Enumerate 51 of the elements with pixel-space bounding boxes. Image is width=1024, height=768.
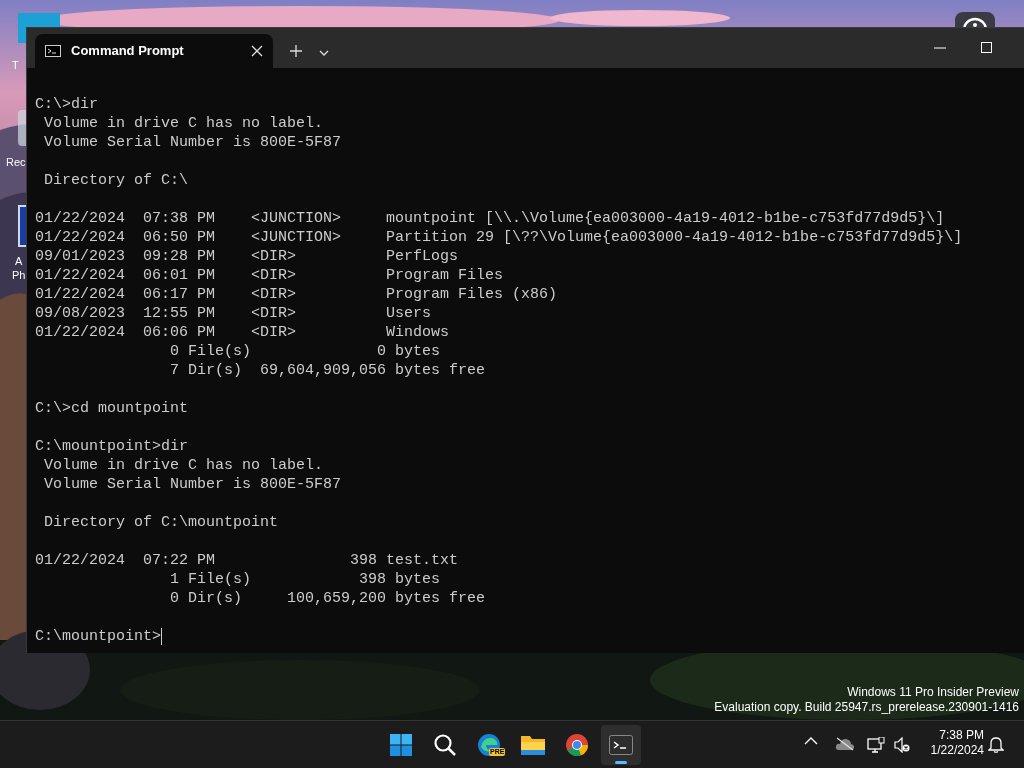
watermark-text: Evaluation copy. Build 25947.rs_prerelease.230901-1416 (714, 700, 1019, 715)
active-indicator (615, 761, 627, 764)
terminal-line: C:\>dir (35, 95, 98, 114)
notification-bell-icon[interactable] (988, 736, 1004, 753)
plus-icon[interactable] (289, 44, 303, 58)
terminal-line: Directory of C:\mountpoint (43, 513, 279, 532)
maximize-icon[interactable] (981, 42, 992, 53)
terminal-line: 01/22/2024 06:50 PM <JUNCTION> Partition 29 [\??\Volume{ea003000-4a19-4012-b1be-c753fd77d9d5}\] (35, 228, 963, 247)
terminal-line: 7 Dir(s) 69,604,909,056 bytes free (169, 361, 486, 380)
terminal-line: 0 File(s) 0 bytes (169, 342, 441, 361)
terminal-line: Volume Serial Number is 800E-5F87 (43, 475, 342, 494)
tab-title: Command Prompt (71, 42, 185, 61)
terminal-line: C:\>cd mountpoint (35, 399, 189, 418)
terminal-line: C:\mountpoint> (35, 627, 162, 646)
icon-label: T (12, 58, 19, 72)
terminal-line: 01/22/2024 07:38 PM <JUNCTION> mountpoint [\\.\Volume{ea003000-4a19-4012-b1be-c753fd77d9d5}\] (35, 209, 945, 228)
terminal-line: 09/08/2023 12:55 PM <DIR> Users (35, 304, 432, 323)
tab[interactable]: Command Prompt (35, 34, 273, 68)
terminal-line: 01/22/2024 06:06 PM <DIR> Windows (35, 323, 450, 342)
icon-label: Rec (6, 155, 26, 169)
terminal-line: C:\mountpoint>dir (35, 437, 189, 456)
clock-time: 7:38 PM (939, 728, 984, 743)
widget-icon[interactable] (955, 12, 995, 27)
terminal-icon (609, 735, 633, 755)
windows-logo-icon (389, 733, 413, 757)
shortcut-icon[interactable] (18, 205, 26, 247)
watermark-text: Windows 11 Pro Insider Preview (847, 685, 1019, 700)
folder-icon (520, 733, 546, 757)
chevron-down-icon[interactable] (319, 50, 329, 56)
terminal-line: Directory of C:\ (43, 171, 189, 190)
clock-date: 1/22/2024 (930, 743, 984, 758)
taskbar-button[interactable] (601, 725, 641, 765)
cloud-icon[interactable] (835, 737, 855, 751)
chrome-icon (565, 733, 589, 757)
chevron-up-icon[interactable] (804, 737, 818, 745)
network-icon[interactable] (867, 737, 885, 753)
terminal-line: 01/22/2024 06:17 PM <DIR> Program Files (x86) (35, 285, 558, 304)
clock[interactable]: 7:38 PM 1/22/2024 (922, 728, 984, 758)
terminal-line: 1 File(s) 398 bytes (169, 570, 441, 589)
search-icon (433, 733, 457, 757)
terminal-line: Volume in drive C has no label. (43, 456, 324, 475)
terminal-line: Volume Serial Number is 800E-5F87 (43, 133, 342, 152)
close-icon[interactable] (251, 45, 263, 57)
speaker-muted-icon[interactable] (894, 737, 910, 753)
terminal-line: 0 Dir(s) 100,659,200 bytes free (169, 589, 486, 608)
icon-label: A Ph (12, 254, 26, 282)
terminal-line: 01/22/2024 07:22 PM 398 test.txt (35, 551, 459, 570)
terminal-icon (45, 45, 61, 57)
terminal-line: 09/01/2023 09:28 PM <DIR> PerfLogs (35, 247, 459, 266)
terminal-line: 01/22/2024 06:01 PM <DIR> Program Files (35, 266, 504, 285)
terminal-line: Volume in drive C has no label. (43, 114, 324, 133)
